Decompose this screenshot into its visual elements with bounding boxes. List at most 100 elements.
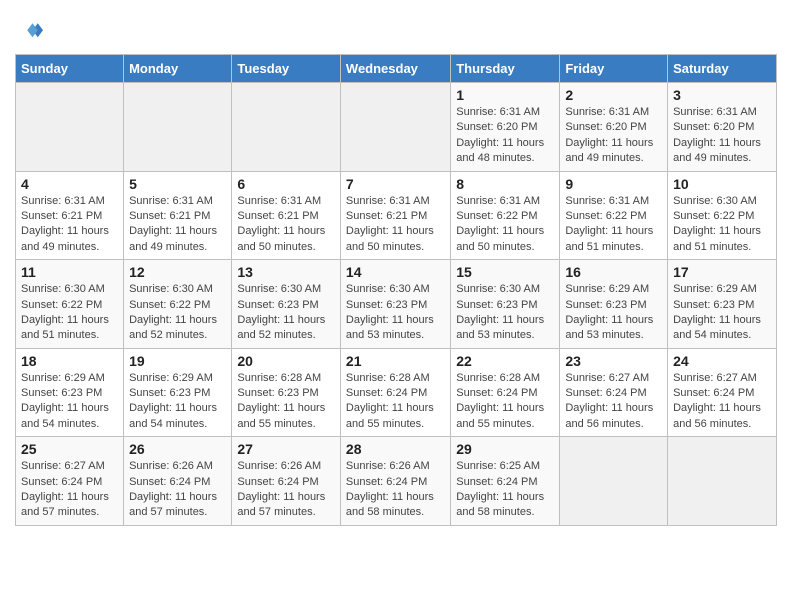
calendar-week-row: 11 Sunrise: 6:30 AM Sunset: 6:22 PM Dayli… [16,260,777,349]
day-number: 17 [673,264,771,280]
day-number: 14 [346,264,445,280]
day-info: Sunrise: 6:30 AM Sunset: 6:23 PM Dayligh… [346,282,445,344]
calendar-cell [16,83,124,172]
day-number: 16 [565,264,662,280]
day-info: Sunrise: 6:31 AM Sunset: 6:22 PM Dayligh… [456,194,554,256]
calendar-week-row: 18 Sunrise: 6:29 AM Sunset: 6:23 PM Dayli… [16,348,777,437]
calendar-cell [668,437,777,526]
day-info: Sunrise: 6:31 AM Sunset: 6:20 PM Dayligh… [565,105,662,167]
day-info: Sunrise: 6:28 AM Sunset: 6:24 PM Dayligh… [346,371,445,433]
calendar-cell [232,83,341,172]
calendar-table: SundayMondayTuesdayWednesdayThursdayFrid… [15,54,777,526]
day-number: 28 [346,441,445,457]
day-number: 4 [21,176,118,192]
day-number: 27 [237,441,335,457]
calendar-cell: 10 Sunrise: 6:30 AM Sunset: 6:22 PM Dayli… [668,171,777,260]
calendar-cell: 19Sunrise: 6:29 AM Sunset: 6:23 PM Dayli… [124,348,232,437]
calendar-cell: 23 Sunrise: 6:27 AM Sunset: 6:24 PM Dayli… [560,348,668,437]
day-info: Sunrise: 6:31 AM Sunset: 6:21 PM Dayligh… [129,194,226,256]
day-info: Sunrise: 6:31 AM Sunset: 6:20 PM Dayligh… [456,105,554,167]
day-info: Sunrise: 6:29 AM Sunset: 6:23 PM Dayligh… [565,282,662,344]
day-number: 11 [21,264,118,280]
day-info: Sunrise: 6:30 AM Sunset: 6:22 PM Dayligh… [21,282,118,344]
calendar-cell: 8 Sunrise: 6:31 AM Sunset: 6:22 PM Daylig… [451,171,560,260]
calendar-cell: 14 Sunrise: 6:30 AM Sunset: 6:23 PM Dayli… [340,260,450,349]
day-info: Sunrise: 6:26 AM Sunset: 6:24 PM Dayligh… [129,459,226,521]
day-number: 7 [346,176,445,192]
calendar-cell: 26 Sunrise: 6:26 AM Sunset: 6:24 PM Dayli… [124,437,232,526]
day-info: Sunrise: 6:27 AM Sunset: 6:24 PM Dayligh… [673,371,771,433]
day-info: Sunrise: 6:30 AM Sunset: 6:23 PM Dayligh… [456,282,554,344]
column-header-wednesday: Wednesday [340,55,450,83]
day-number: 15 [456,264,554,280]
day-number: 3 [673,87,771,103]
page-header [15,10,777,46]
day-info: Sunrise: 6:31 AM Sunset: 6:21 PM Dayligh… [346,194,445,256]
day-number: 5 [129,176,226,192]
day-number: 22 [456,353,554,369]
calendar-cell: 4 Sunrise: 6:31 AM Sunset: 6:21 PM Daylig… [16,171,124,260]
calendar-cell: 21 Sunrise: 6:28 AM Sunset: 6:24 PM Dayli… [340,348,450,437]
day-info: Sunrise: 6:27 AM Sunset: 6:24 PM Dayligh… [565,371,662,433]
day-info: Sunrise: 6:26 AM Sunset: 6:24 PM Dayligh… [237,459,335,521]
calendar-cell: 27 Sunrise: 6:26 AM Sunset: 6:24 PM Dayli… [232,437,341,526]
day-number: 25 [21,441,118,457]
day-info: Sunrise: 6:26 AM Sunset: 6:24 PM Dayligh… [346,459,445,521]
day-info: Sunrise: 6:31 AM Sunset: 6:21 PM Dayligh… [21,194,118,256]
logo [15,18,47,46]
calendar-cell: 3 Sunrise: 6:31 AM Sunset: 6:20 PM Daylig… [668,83,777,172]
day-info: Sunrise: 6:31 AM Sunset: 6:21 PM Dayligh… [237,194,335,256]
calendar-cell: 5 Sunrise: 6:31 AM Sunset: 6:21 PM Daylig… [124,171,232,260]
calendar-cell: 12 Sunrise: 6:30 AM Sunset: 6:22 PM Dayli… [124,260,232,349]
calendar-cell: 15 Sunrise: 6:30 AM Sunset: 6:23 PM Dayli… [451,260,560,349]
column-header-friday: Friday [560,55,668,83]
calendar-cell: 28 Sunrise: 6:26 AM Sunset: 6:24 PM Dayli… [340,437,450,526]
day-info: Sunrise: 6:31 AM Sunset: 6:22 PM Dayligh… [565,194,662,256]
calendar-header-row: SundayMondayTuesdayWednesdayThursdayFrid… [16,55,777,83]
day-info: Sunrise: 6:28 AM Sunset: 6:23 PM Dayligh… [237,371,335,433]
column-header-sunday: Sunday [16,55,124,83]
calendar-cell: 9 Sunrise: 6:31 AM Sunset: 6:22 PM Daylig… [560,171,668,260]
day-number: 23 [565,353,662,369]
day-number: 8 [456,176,554,192]
day-info: Sunrise: 6:28 AM Sunset: 6:24 PM Dayligh… [456,371,554,433]
day-number: 9 [565,176,662,192]
day-number: 21 [346,353,445,369]
day-number: 20 [237,353,335,369]
column-header-thursday: Thursday [451,55,560,83]
day-info: Sunrise: 6:29 AM Sunset: 6:23 PM Dayligh… [21,371,118,433]
calendar-cell: 25 Sunrise: 6:27 AM Sunset: 6:24 PM Dayli… [16,437,124,526]
calendar-cell [560,437,668,526]
day-number: 26 [129,441,226,457]
calendar-cell: 29Sunrise: 6:25 AM Sunset: 6:24 PM Dayli… [451,437,560,526]
column-header-saturday: Saturday [668,55,777,83]
calendar-cell: 22 Sunrise: 6:28 AM Sunset: 6:24 PM Dayli… [451,348,560,437]
calendar-cell: 11 Sunrise: 6:30 AM Sunset: 6:22 PM Dayli… [16,260,124,349]
column-header-monday: Monday [124,55,232,83]
day-info: Sunrise: 6:29 AM Sunset: 6:23 PM Dayligh… [129,371,226,433]
calendar-cell [340,83,450,172]
calendar-cell: 17Sunrise: 6:29 AM Sunset: 6:23 PM Dayli… [668,260,777,349]
day-number: 10 [673,176,771,192]
calendar-week-row: 4 Sunrise: 6:31 AM Sunset: 6:21 PM Daylig… [16,171,777,260]
day-info: Sunrise: 6:30 AM Sunset: 6:22 PM Dayligh… [673,194,771,256]
calendar-cell: 13 Sunrise: 6:30 AM Sunset: 6:23 PM Dayli… [232,260,341,349]
day-number: 12 [129,264,226,280]
day-info: Sunrise: 6:30 AM Sunset: 6:23 PM Dayligh… [237,282,335,344]
day-number: 24 [673,353,771,369]
calendar-cell [124,83,232,172]
calendar-cell: 7 Sunrise: 6:31 AM Sunset: 6:21 PM Daylig… [340,171,450,260]
calendar-cell: 20 Sunrise: 6:28 AM Sunset: 6:23 PM Dayli… [232,348,341,437]
day-number: 2 [565,87,662,103]
day-number: 29 [456,441,554,457]
calendar-cell: 24 Sunrise: 6:27 AM Sunset: 6:24 PM Dayli… [668,348,777,437]
calendar-cell: 18 Sunrise: 6:29 AM Sunset: 6:23 PM Dayli… [16,348,124,437]
day-number: 13 [237,264,335,280]
calendar-cell: 6Sunrise: 6:31 AM Sunset: 6:21 PM Daylig… [232,171,341,260]
calendar-week-row: 1Sunrise: 6:31 AM Sunset: 6:20 PM Daylig… [16,83,777,172]
day-number: 18 [21,353,118,369]
calendar-cell: 1Sunrise: 6:31 AM Sunset: 6:20 PM Daylig… [451,83,560,172]
day-info: Sunrise: 6:30 AM Sunset: 6:22 PM Dayligh… [129,282,226,344]
day-info: Sunrise: 6:27 AM Sunset: 6:24 PM Dayligh… [21,459,118,521]
day-info: Sunrise: 6:31 AM Sunset: 6:20 PM Dayligh… [673,105,771,167]
